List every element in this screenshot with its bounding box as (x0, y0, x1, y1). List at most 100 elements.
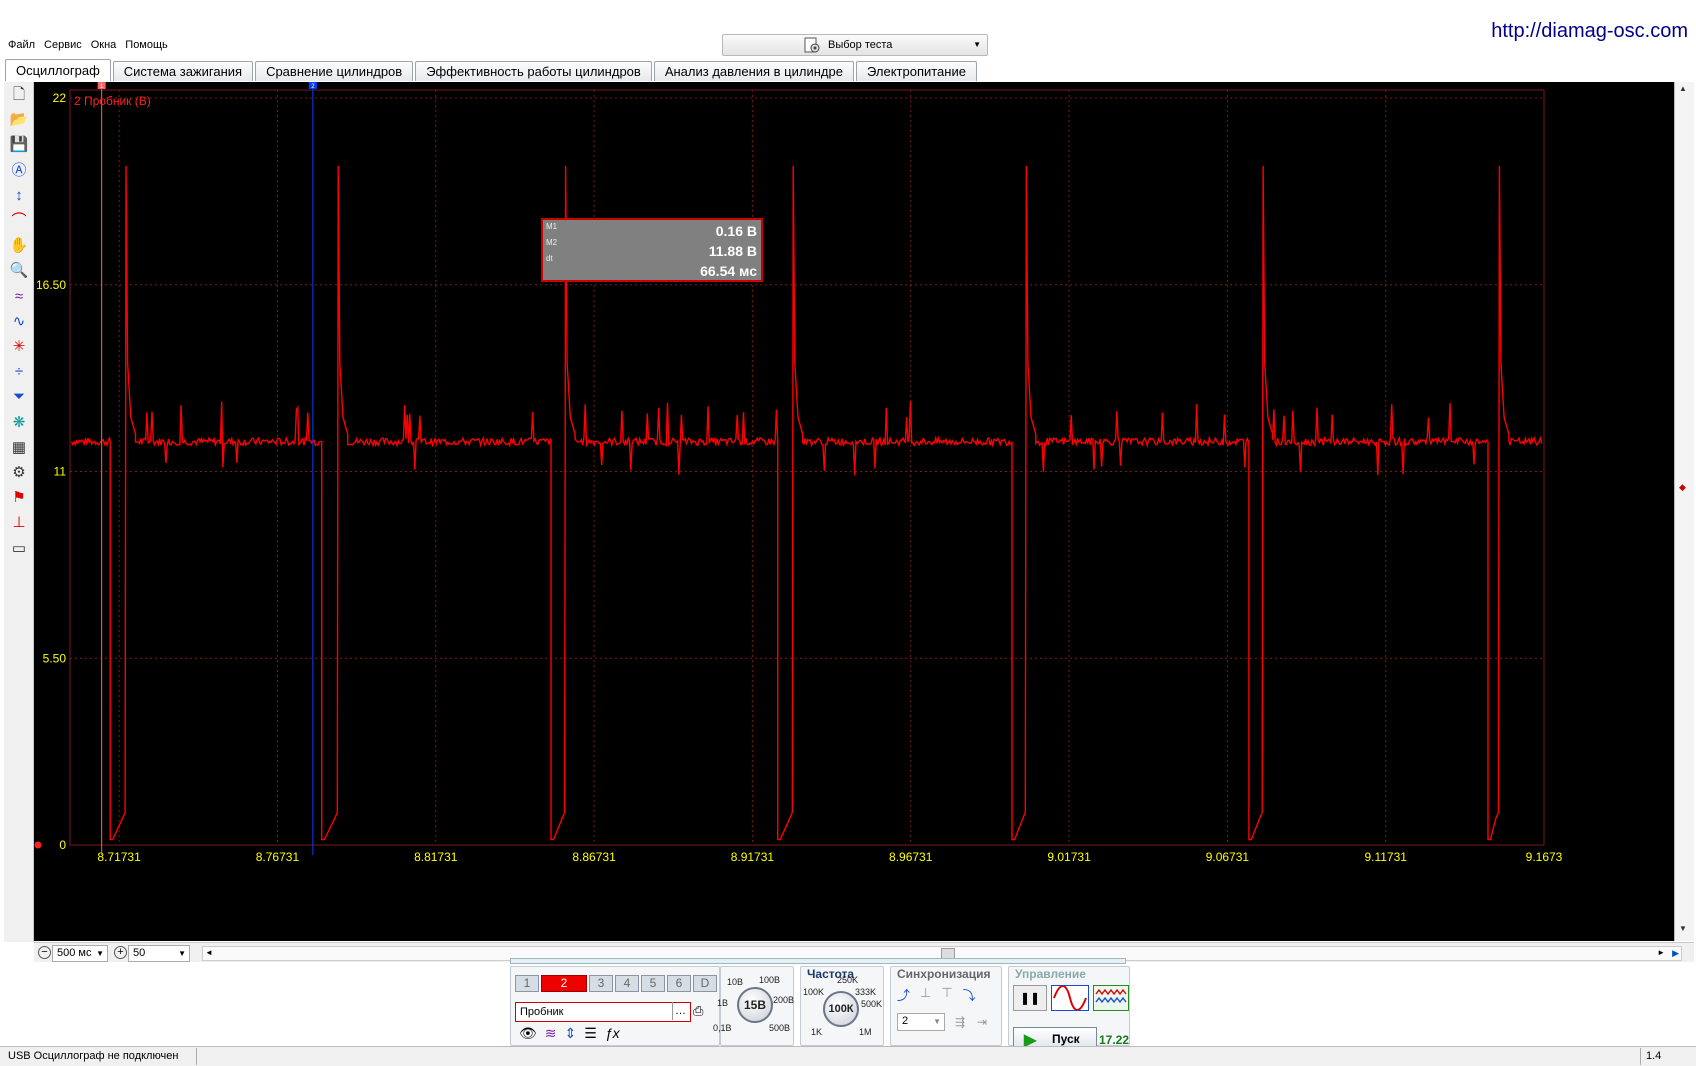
channel-label: 2 Пробник (В) (74, 94, 151, 108)
zoom-select[interactable]: 50 ▼ (128, 945, 190, 962)
sine-wave-icon (1053, 985, 1087, 1011)
pause-button[interactable]: ❚❚ (1013, 985, 1047, 1011)
zero-marker-icon[interactable]: ⊥ (7, 512, 31, 534)
chevron-down-icon: ▼ (933, 1017, 941, 1026)
sync-channel-select[interactable]: 2 ▼ (897, 1013, 945, 1031)
grid-icon[interactable]: ▦ (7, 437, 31, 459)
menu-file[interactable]: Файл (8, 39, 35, 57)
site-url[interactable]: http://diamag-osc.com (1491, 20, 1688, 43)
sync-level-icon[interactable]: ⇶ (955, 1015, 965, 1029)
x-tick-label: 8.71731 (97, 850, 141, 864)
x-tick-label: 8.91731 (731, 850, 775, 864)
tab-ignition[interactable]: Система зажигания (112, 61, 254, 81)
frequency-group: Частота 250K 100K 333K 500K 1K 1M 100К (800, 966, 884, 1046)
chevron-down-icon: ▼ (96, 949, 104, 958)
vertical-cursor-icon[interactable]: ↕ (7, 185, 31, 207)
volt-label-200: 200В (773, 995, 795, 1005)
menu-help[interactable]: Помощь (125, 39, 168, 57)
scroll-down-icon[interactable]: ▼ (1679, 924, 1687, 933)
more-icon[interactable]: … (672, 1002, 688, 1020)
sync-collapse-icon[interactable]: ⇥ (977, 1015, 987, 1029)
lines-icon[interactable]: ☰ (584, 1025, 597, 1042)
tab-cylinder-efficiency[interactable]: Эффективность работы цилиндров (415, 61, 652, 81)
trigger-auto-icon[interactable]: ⤵ (963, 985, 976, 1004)
tab-cylinder-compare[interactable]: Сравнение цилиндров (255, 61, 414, 81)
auto-scale-icon[interactable]: Ⓐ (7, 160, 31, 182)
trigger-down-icon[interactable]: ⊤ (941, 985, 952, 1004)
function-icon[interactable]: ƒx (605, 1025, 620, 1042)
channel-6-button[interactable]: 6 (667, 975, 691, 992)
channel-2-button[interactable]: 2 (541, 975, 587, 992)
sync-channel-value: 2 (902, 1015, 909, 1027)
panel-collapse-bar[interactable] (510, 958, 1126, 964)
left-toolbar: 🗋 📂 💾 Ⓐ ↕ ⌒ ✋ 🔍 ≈ ∿ ✳ ÷ ⏷ ❋ ▦ ⚙ ⚑ ⊥ ▭ (4, 82, 34, 942)
vertical-arrows-icon[interactable]: ⇕ (565, 1025, 577, 1042)
x-tick-label: 8.96731 (889, 850, 933, 864)
bug-icon[interactable]: ❋ (7, 412, 31, 434)
vertical-scrollbar[interactable]: ▲ ◆ ▼ (1674, 82, 1694, 941)
channel-d-button[interactable]: D (693, 975, 717, 992)
tab-pressure-analysis[interactable]: Анализ давления в цилиндре (653, 61, 854, 81)
scroll-right-icon[interactable]: ► (1657, 948, 1665, 957)
channel-5-button[interactable]: 5 (641, 975, 665, 992)
frequency-knob[interactable]: 100К (823, 991, 859, 1027)
menu-windows[interactable]: Окна (91, 39, 117, 57)
play-forward-icon[interactable]: ▶ (1672, 948, 1679, 959)
offset-marker-icon[interactable]: ◆ (1679, 482, 1686, 493)
volt-knob[interactable]: 15В (737, 987, 773, 1023)
control-title: Управление (1015, 967, 1086, 981)
tab-bar: Осциллограф Система зажигания Сравнение … (5, 59, 979, 81)
x-tick-label: 8.86731 (572, 850, 616, 864)
scroll-up-icon[interactable]: ▲ (1679, 84, 1687, 93)
save-icon[interactable]: 💾 (7, 134, 31, 156)
waves-icon[interactable]: ≈ (7, 286, 31, 308)
rising-edge-icon[interactable]: ⤴ (897, 985, 910, 1004)
volt-group: 10В 100В 1В 200В 0,1В 500В 15В (713, 966, 795, 1046)
single-wave-button[interactable] (1051, 985, 1089, 1011)
menu-service[interactable]: Сервис (44, 39, 82, 57)
channel-1-button[interactable]: 1 (515, 975, 539, 992)
spark-icon[interactable]: ✳ (7, 336, 31, 358)
hand-pan-icon[interactable]: ✋ (7, 235, 31, 257)
zero-marker-dot[interactable] (34, 841, 42, 849)
timebase-select[interactable]: 500 мс ▼ (52, 945, 108, 962)
open-folder-icon[interactable]: 📂 (7, 109, 31, 131)
dt-value: 66.54 мс (700, 263, 757, 279)
zoom-in-icon[interactable]: + (114, 946, 127, 959)
probe-settings-icon[interactable]: ⎙ (693, 1003, 703, 1019)
timebase-value: 500 мс (57, 947, 92, 959)
tab-oscilloscope[interactable]: Осциллограф (5, 59, 111, 81)
trigger-up-icon[interactable]: ⊥ (920, 985, 931, 1004)
auto-icon[interactable]: ⚙ (7, 462, 31, 484)
channel-3-button[interactable]: 3 (589, 975, 613, 992)
control-panel: 1 2 3 4 5 6 D Пробник … ⎙ 👁 ≋ ⇕ ☰ ƒx 10В … (510, 958, 1190, 1051)
plot-canvas[interactable]: 0 5.50 11 16.50 22 8.71731 8.76731 8.81731 8.867… (34, 82, 1685, 941)
oscilloscope-plot[interactable]: 0 5.50 11 16.50 22 8.71731 8.76731 8.81731 8.867… (34, 82, 1685, 941)
page-icon[interactable]: ▭ (7, 538, 31, 560)
new-file-icon[interactable]: 🗋 (7, 84, 31, 106)
tab-power-supply[interactable]: Электропитание (855, 61, 977, 81)
chevron-down-icon: ▼ (973, 40, 981, 49)
zoom-out-icon[interactable]: − (38, 946, 51, 959)
freq-label-333k: 333K (855, 987, 877, 997)
zoom-icon[interactable]: 🔍 (7, 260, 31, 282)
test-selector-dropdown[interactable]: Выбор теста ▼ (722, 34, 988, 56)
control-value: 17.22 (1099, 1033, 1130, 1047)
split-icon[interactable]: ÷ (7, 361, 31, 383)
waveform-icon[interactable]: ≋ (545, 1025, 557, 1042)
flag-icon[interactable]: ⚑ (7, 487, 31, 509)
volt-label-100: 100В (759, 975, 781, 985)
probe-field[interactable]: Пробник… (515, 1002, 691, 1022)
y-tick-label: 0 (59, 838, 66, 852)
filter-icon[interactable]: ⏷ (7, 386, 31, 408)
oscilloscope-app: http://diamag-osc.com Файл Сервис Окна П… (0, 0, 1696, 1066)
scroll-left-icon[interactable]: ◄ (205, 948, 213, 957)
eye-icon[interactable]: 👁 (519, 1025, 537, 1042)
sync-mode-buttons: ⤴ ⊥ ⊤ ⤵ (897, 985, 976, 1004)
measure-cursor-icon[interactable]: ⌒ (7, 210, 31, 232)
status-separator (1640, 1048, 1641, 1065)
multi-wave-button[interactable] (1093, 985, 1129, 1011)
waves-alt-icon[interactable]: ∿ (7, 311, 31, 333)
x-tick-label: 8.81731 (414, 850, 458, 864)
channel-4-button[interactable]: 4 (615, 975, 639, 992)
